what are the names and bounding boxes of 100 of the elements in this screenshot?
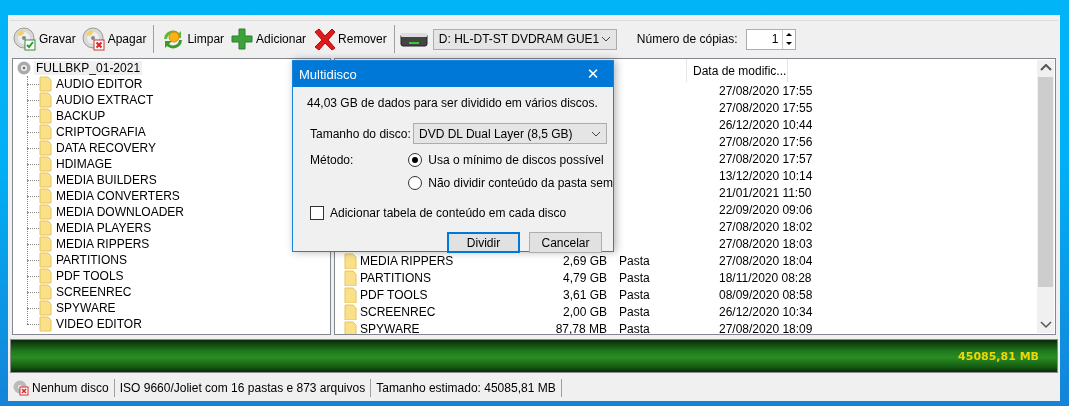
file-name[interactable]: SPYWARE (360, 321, 420, 334)
radio-button[interactable] (408, 153, 423, 167)
file-size: 2,00 GB (562, 304, 607, 319)
close-button[interactable]: ✕ (573, 61, 613, 87)
method-label: Método: (310, 153, 355, 167)
file-type: Pasta (619, 321, 650, 334)
file-size: 3,61 GB (562, 287, 607, 302)
file-date: 22/09/2020 09:06 (719, 202, 813, 217)
file-type: Pasta (619, 270, 650, 285)
scrollbar-thumb[interactable] (1038, 77, 1053, 287)
file-name[interactable]: PARTITIONS (360, 270, 431, 285)
status-text: Nenhum disco (32, 381, 109, 395)
file-date: 27/08/2020 18:09 (719, 321, 813, 334)
chevron-up-icon (1040, 64, 1052, 72)
cross-icon (312, 27, 337, 51)
folder-icon (39, 268, 52, 284)
dialog-button[interactable]: Dividir (447, 232, 520, 253)
file-date: 26/12/2020 10:34 (719, 304, 813, 319)
up-arrow-icon (784, 30, 793, 38)
file-date: 08/09/2020 08:58 (719, 287, 813, 302)
tree-item[interactable]: FULLBKP_01-2021 (34, 61, 143, 75)
folder-icon (39, 220, 52, 236)
file-date: 27/08/2020 17:55 (719, 83, 813, 98)
folder-icon (39, 236, 52, 252)
folder-icon (39, 188, 52, 204)
folder-icon (39, 252, 52, 268)
tree-item[interactable]: HDIMAGE (56, 157, 112, 171)
file-type: Pasta (619, 253, 650, 268)
tree-item[interactable]: DATA RECOVERY (56, 141, 157, 155)
toolbar-button[interactable]: Remover (310, 24, 389, 54)
tree-item[interactable]: MEDIA RIPPERS (56, 237, 150, 251)
folder-icon (344, 252, 357, 269)
tree-item[interactable]: MEDIA PLAYERS (56, 221, 152, 235)
radio-option[interactable]: Usa o mínimo de discos possível (408, 153, 613, 167)
folder-icon (344, 269, 357, 286)
file-date: 27/08/2020 17:56 (719, 134, 813, 149)
tree-item[interactable]: MEDIA BUILDERS (56, 173, 157, 187)
radio-option[interactable]: Não dividir conteúdo da pasta sem (408, 176, 613, 190)
tree-item[interactable]: SCREENREC (56, 285, 132, 299)
capacity-reading: 45085,81 MB (958, 350, 1039, 363)
folder-icon (39, 204, 52, 220)
file-date: 21/01/2021 11:50 (719, 185, 812, 200)
folder-icon (39, 172, 52, 188)
file-size: 2,69 GB (562, 253, 607, 268)
file-date: 27/08/2020 17:57 (719, 151, 813, 166)
scrollbar[interactable] (1037, 60, 1054, 333)
tree-item[interactable]: PDF TOOLS (56, 269, 124, 283)
folder-icon (39, 156, 52, 172)
file-size: 4,79 GB (562, 270, 607, 285)
file-name[interactable]: PDF TOOLS (360, 287, 428, 302)
copies-spinner[interactable]: 1 (745, 28, 796, 50)
chevron-down-icon (600, 35, 611, 43)
checkbox-label[interactable]: Adicionar tabela de conteúdo em cada disco (330, 206, 567, 220)
file-name[interactable]: MEDIA RIPPERS (360, 253, 454, 268)
disc-cross-icon (13, 380, 29, 396)
disc-size-label: Tamanho do disco: (310, 126, 412, 141)
file-date: 27/08/2020 18:03 (719, 236, 813, 251)
folder-icon (344, 320, 357, 334)
folder-icon (39, 284, 52, 300)
folder-icon (39, 108, 52, 124)
file-name[interactable]: SCREENREC (360, 304, 436, 319)
chevron-down-icon (1040, 321, 1052, 329)
toolbar-button[interactable]: Adicionar (228, 24, 309, 54)
status-text: Tamanho estimado: 45085,81 MB (376, 381, 556, 395)
toolbar-button[interactable]: Gravar (11, 24, 78, 54)
status-text: ISO 9660/Joliet com 16 pastas e 873 arquivos (119, 381, 366, 395)
tree-item[interactable]: BACKUP (56, 109, 106, 123)
toolbar-button[interactable]: Apagar (79, 24, 149, 54)
dialog-message: 44,03 GB de dados para ser dividido em vários discos. (307, 96, 599, 110)
disc-check-icon (13, 27, 37, 51)
tree-item[interactable]: VIDEO EDITOR (56, 317, 142, 331)
tree-item[interactable]: PARTITIONS (56, 253, 127, 267)
tree-item[interactable]: AUDIO EXTRACT (56, 93, 154, 107)
tree-item[interactable]: AUDIO EDITOR (56, 77, 143, 91)
radio-button[interactable] (408, 176, 423, 190)
file-size: 87,78 MB (555, 321, 607, 334)
drive-dropdown[interactable]: D: HL-DT-ST DVDRAM GUE1 (432, 28, 617, 50)
disc-cross-icon (81, 27, 106, 51)
folder-icon (39, 300, 52, 316)
folder-icon (39, 124, 52, 140)
dialog-button[interactable]: Cancelar (529, 232, 602, 253)
copies-label: Número de cópias: (636, 32, 738, 46)
file-date: 27/08/2020 18:04 (719, 253, 813, 268)
file-date: 27/08/2020 18:02 (719, 219, 813, 234)
down-arrow-icon (784, 40, 793, 48)
checkbox[interactable] (310, 206, 324, 220)
tree-item[interactable]: SPYWARE (56, 301, 116, 315)
tree-item[interactable]: MEDIA DOWNLOADER (56, 205, 184, 219)
plus-icon (230, 27, 255, 51)
disc-size-dropdown[interactable]: DVD DL Dual Layer (8,5 GB) (413, 123, 607, 144)
folder-icon (39, 92, 52, 108)
tree-item[interactable]: MEDIA CONVERTERS (56, 189, 180, 203)
file-date: 18/11/2020 08:28 (719, 270, 812, 285)
column-header[interactable]: Data de modific... (686, 59, 788, 82)
file-date: 27/08/2020 17:55 (719, 100, 813, 115)
toolbar-button[interactable]: Limpar (159, 24, 227, 54)
tree-item[interactable]: CRIPTOGRAFIA (56, 125, 146, 139)
file-type: Pasta (619, 304, 650, 319)
folder-icon (344, 303, 357, 320)
folder-icon (39, 316, 52, 332)
